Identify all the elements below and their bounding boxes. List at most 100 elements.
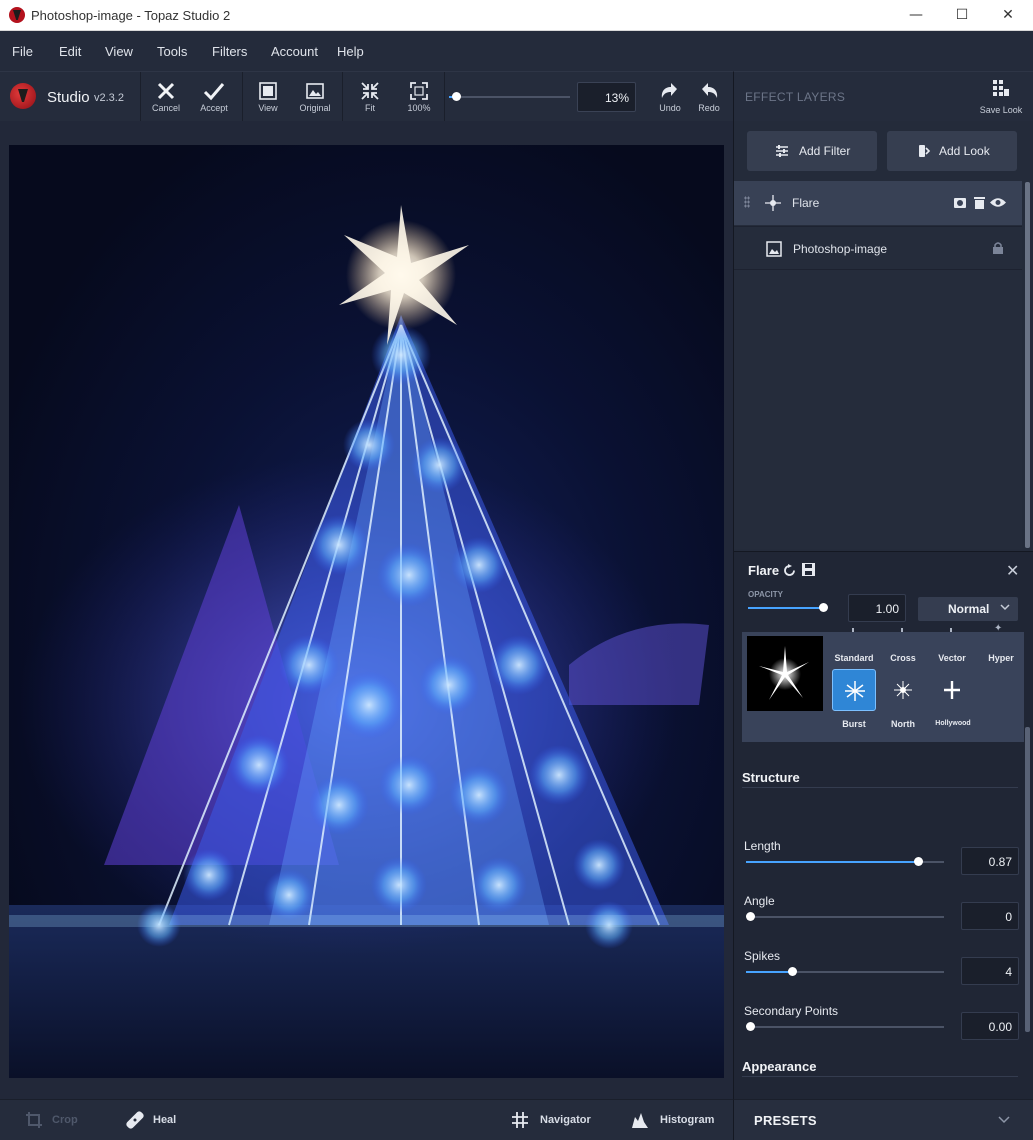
trash-icon[interactable]	[974, 196, 985, 209]
spikes-slider[interactable]	[746, 967, 944, 976]
maximize-icon[interactable]: ☐	[939, 0, 985, 30]
close-icon[interactable]: ✕	[985, 0, 1031, 30]
minimize-icon[interactable]: —	[893, 0, 939, 30]
menu-tools[interactable]: Tools	[157, 44, 187, 59]
standard-icon	[852, 628, 854, 632]
menu-view[interactable]: View	[105, 44, 133, 59]
navigator-button[interactable]: Navigator	[511, 1100, 611, 1140]
presets-bar[interactable]: PRESETS	[733, 1099, 1033, 1140]
section-divider	[742, 787, 1018, 788]
navigator-label: Navigator	[540, 1114, 591, 1126]
toolbar-divider	[444, 72, 445, 122]
hollywood-icon	[944, 681, 960, 699]
accept-label: Accept	[200, 103, 228, 113]
save-preset-icon[interactable]	[802, 563, 815, 576]
hyper-icon: ✦	[994, 623, 1003, 634]
angle-label: Angle	[744, 894, 775, 908]
angle-slider-knob[interactable]	[746, 912, 755, 921]
eye-visibility-icon[interactable]	[990, 197, 1006, 208]
app-name: Studio	[47, 89, 90, 106]
checkmark-icon	[203, 83, 225, 101]
opacity-slider-knob[interactable]	[819, 603, 828, 612]
topaz-logo-icon	[10, 83, 36, 109]
view-button[interactable]: View	[245, 78, 291, 120]
style-north-tile[interactable]	[881, 669, 925, 711]
length-slider-knob[interactable]	[914, 857, 924, 866]
save-look-label: Save Look	[979, 105, 1023, 115]
heal-button[interactable]: Heal	[126, 1100, 186, 1140]
fit-button[interactable]: Fit	[347, 78, 393, 120]
original-button[interactable]: Original	[292, 78, 338, 120]
opacity-slider[interactable]	[748, 603, 828, 612]
crop-button[interactable]: Crop	[25, 1100, 85, 1140]
filter-panel-scrollbar[interactable]	[1025, 727, 1030, 1032]
spikes-slider-knob[interactable]	[787, 967, 797, 976]
close-filter-icon[interactable]: ✕	[1006, 561, 1019, 580]
window-titlebar: Photoshop-image - Topaz Studio 2 — ☐ ✕	[0, 0, 1033, 31]
crop-label: Crop	[52, 1114, 78, 1126]
opacity-value-field[interactable]: 1.00	[848, 594, 906, 622]
redo-label: Redo	[698, 103, 720, 113]
zoom-100-button[interactable]: 100%	[396, 78, 442, 120]
crop-icon	[26, 1112, 42, 1128]
original-image-icon	[306, 83, 324, 99]
toolbar-divider	[140, 72, 141, 122]
accept-button[interactable]: Accept	[191, 78, 237, 120]
angle-value-field[interactable]: 0	[961, 902, 1019, 930]
layer-list-scrollbar[interactable]	[1025, 182, 1030, 548]
menu-file[interactable]: File	[12, 44, 33, 59]
main-toolbar: Studio v2.3.2 Cancel Accept View Origina…	[0, 71, 733, 122]
redo-button[interactable]: Redo	[686, 78, 732, 120]
menu-edit[interactable]: Edit	[59, 44, 81, 59]
drag-handle-icon[interactable]	[744, 196, 750, 208]
style-vector[interactable]: Vector	[929, 653, 975, 663]
layer-photoshop-image[interactable]: Photoshop-image	[734, 226, 1022, 270]
style-hollywood-tile[interactable]	[930, 669, 974, 711]
menu-help[interactable]: Help	[337, 44, 364, 59]
add-filter-button[interactable]: Add Filter	[747, 131, 877, 171]
photo-preview[interactable]	[9, 145, 724, 1078]
histogram-icon	[632, 1113, 648, 1128]
effect-layers-panel: Add Filter Add Look Flare Photoshop-imag…	[733, 121, 1033, 1099]
histogram-button[interactable]: Histogram	[631, 1100, 731, 1140]
length-slider-fill	[746, 861, 919, 863]
style-hyper[interactable]: Hyper	[978, 653, 1024, 663]
zoom-value-field[interactable]: 13%	[577, 82, 636, 112]
length-slider[interactable]	[746, 857, 944, 866]
zoom-slider-knob[interactable]	[452, 92, 462, 101]
add-look-button[interactable]: Add Look	[887, 131, 1017, 171]
layer-flare[interactable]: Flare	[734, 181, 1022, 225]
christmas-tree-image	[9, 205, 724, 1078]
canvas-area	[0, 121, 733, 1099]
menu-account[interactable]: Account	[271, 44, 318, 59]
filter-title: Flare	[748, 563, 780, 578]
flare-filter-panel: Flare ✕ OPACITY 1.00 Normal ✦ Standard C…	[734, 551, 1033, 1099]
cancel-button[interactable]: Cancel	[143, 78, 189, 120]
sliders-icon	[776, 145, 788, 157]
length-value-field[interactable]: 0.87	[961, 847, 1019, 875]
spikes-label: Spikes	[744, 949, 781, 963]
style-standard[interactable]: Standard	[831, 653, 877, 663]
save-look-grid-icon	[993, 80, 1009, 96]
presets-label: PRESETS	[754, 1113, 817, 1128]
opacity-slider-fill	[748, 607, 823, 609]
layer-name: Flare	[792, 196, 820, 210]
view-frame-icon	[259, 82, 277, 100]
blend-mode-select[interactable]: Normal	[918, 597, 1018, 621]
lock-icon	[993, 242, 1003, 254]
menu-bar: File Edit View Tools Filters Account Hel…	[0, 31, 1033, 71]
save-look-button[interactable]: Save Look	[977, 79, 1025, 115]
zoom-slider[interactable]	[449, 92, 570, 101]
style-cross[interactable]: Cross	[880, 653, 926, 663]
mask-icon[interactable]	[953, 197, 967, 209]
secondary-points-slider-knob[interactable]	[746, 1022, 755, 1031]
style-burst-tile[interactable]	[832, 669, 876, 711]
secondary-points-value-field[interactable]: 0.00	[961, 1012, 1019, 1040]
north-icon	[894, 681, 912, 699]
spikes-value-field[interactable]: 4	[961, 957, 1019, 985]
angle-slider[interactable]	[746, 912, 944, 921]
menu-filters[interactable]: Filters	[212, 44, 247, 59]
reset-icon[interactable]	[783, 564, 796, 577]
original-label: Original	[299, 103, 331, 113]
secondary-points-slider[interactable]	[746, 1022, 944, 1031]
